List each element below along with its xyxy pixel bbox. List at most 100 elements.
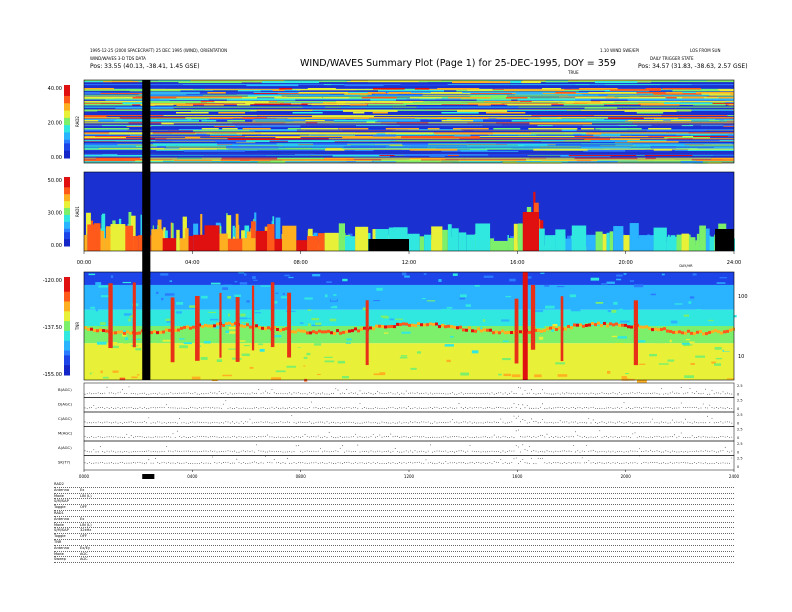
tnr-cell — [547, 347, 554, 350]
agc-trace-point — [623, 422, 625, 424]
agc-trace-point — [225, 421, 227, 423]
agc-trace-point — [302, 462, 304, 463]
tnr-cell — [88, 273, 96, 276]
tnr-cell — [252, 353, 259, 355]
rad2-band — [150, 120, 200, 122]
agc-trace-point — [694, 451, 695, 452]
tnr-cell — [238, 355, 247, 359]
agc-trace-point — [331, 393, 332, 394]
agc-trace-point — [232, 435, 233, 437]
agc-trace-point — [383, 393, 385, 395]
tnr-cell — [426, 327, 433, 329]
agc-trace-point — [93, 449, 95, 451]
agc-trace-point — [278, 462, 279, 463]
agc-trace-point — [487, 407, 488, 409]
rad2-cell — [454, 134, 471, 137]
tnr-cell — [629, 280, 635, 282]
agc-trace-point — [416, 422, 418, 424]
tnr-cell — [376, 287, 383, 291]
agc-trace-point — [555, 450, 557, 452]
agc-trace-point — [364, 407, 365, 408]
agc-trace-point — [687, 451, 689, 453]
agc-trace-point — [465, 436, 466, 438]
agc-trace-point — [553, 451, 554, 453]
agc-trace-point — [201, 435, 203, 437]
agc-trace-point — [320, 448, 321, 450]
agc-trace-point — [377, 436, 378, 438]
rad2-band — [180, 104, 191, 106]
agc-trace-point — [683, 406, 684, 408]
agc-trace-point — [606, 435, 607, 437]
agc-trace-point — [412, 407, 414, 409]
agc-trace-point — [625, 462, 627, 464]
rad2-cell — [347, 81, 393, 83]
agc-trace-point — [463, 462, 464, 464]
agc-trace-point — [577, 462, 579, 464]
tnr-cell — [650, 293, 656, 296]
agc-trace-point — [141, 392, 143, 394]
rad2-cell — [281, 94, 300, 96]
agc-trace-point — [438, 437, 440, 439]
agc-trace-point — [183, 421, 185, 423]
agc-trace-point — [489, 462, 491, 464]
tnr-cell — [576, 339, 586, 342]
agc-trace-point — [456, 436, 458, 437]
rad1-low-cell — [193, 234, 205, 251]
rad2-cell — [426, 146, 485, 148]
agc-trace-point — [295, 408, 297, 410]
agc-trace-point — [155, 458, 156, 459]
agc-trace-point — [559, 420, 561, 422]
agc-right-tick: 2.5 — [737, 428, 743, 432]
agc-trace-point — [276, 451, 277, 452]
rad2-cell — [540, 117, 609, 119]
rad2-cell — [539, 146, 581, 148]
agc-trace-point — [199, 451, 200, 453]
agc-trace-point — [201, 422, 203, 423]
tnr-cell — [125, 357, 135, 360]
agc-trace-point — [95, 422, 97, 424]
agc-trace-point — [152, 392, 154, 394]
rad2-cell — [323, 161, 352, 163]
agc-trace-point — [474, 421, 475, 423]
agc-trace-point — [247, 407, 249, 409]
agc-trace-point — [410, 450, 411, 452]
agc-trace-point — [449, 462, 451, 464]
rad2-cell — [712, 102, 726, 104]
agc-trace-point — [698, 436, 700, 438]
agc-trace-point — [564, 393, 565, 395]
agc-trace-point — [416, 461, 418, 463]
tnr-plasma-line — [687, 329, 690, 333]
agc-trace-point — [342, 445, 343, 447]
agc-trace-point — [515, 445, 517, 447]
tnr-cell — [465, 304, 471, 307]
tnr-plasma-line — [726, 329, 729, 333]
tnr-plasma-line — [333, 332, 336, 336]
agc-trace-point — [166, 436, 167, 438]
agc-trace-point — [333, 437, 334, 438]
tnr-cell — [239, 282, 248, 285]
rad2-cell — [575, 84, 590, 86]
agc-trace-point — [445, 422, 447, 424]
tnr-cell — [714, 363, 722, 366]
agc-trace-point — [408, 462, 409, 464]
agc-trace-point — [522, 459, 524, 460]
agc-trace-point — [331, 406, 332, 408]
rad2-cell — [173, 122, 233, 124]
agc-trace-point — [489, 437, 491, 438]
agc-trace-point — [262, 422, 264, 423]
agc-trace-point — [355, 462, 356, 463]
agc-trace-point — [511, 462, 513, 463]
rad2-cell — [706, 96, 718, 98]
agc-trace-point — [111, 462, 112, 464]
agc-trace-point — [179, 407, 181, 409]
agc-trace-point — [135, 436, 137, 438]
tnr-cell — [252, 276, 256, 280]
tnr-plasma-line — [468, 326, 471, 330]
rad2-cell — [727, 125, 734, 127]
agc-trace-point — [304, 434, 306, 435]
tnr-plasma-line — [714, 329, 717, 333]
agc-trace-point — [192, 450, 194, 452]
agc-trace-point — [619, 392, 620, 394]
agc-trace-point — [544, 408, 546, 410]
note-value: AGC — [80, 557, 88, 562]
